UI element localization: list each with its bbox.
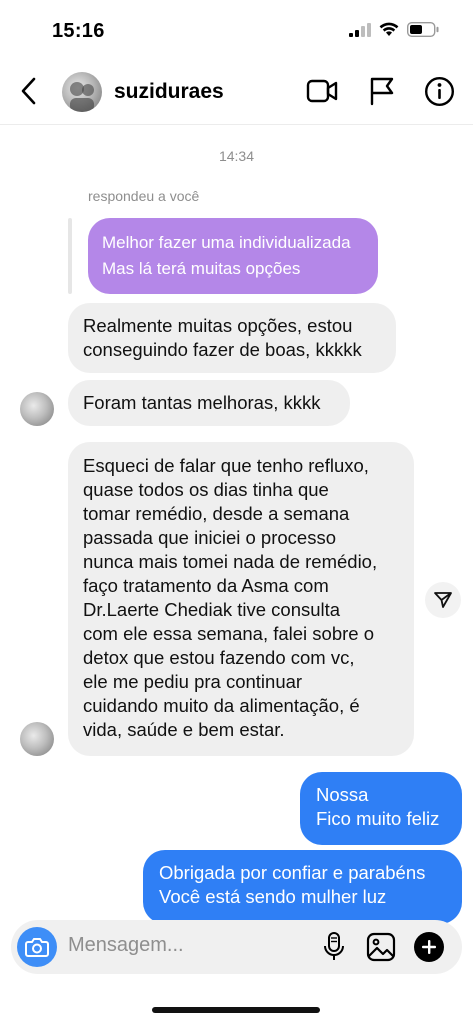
message-line: Fico muito feliz (316, 808, 440, 829)
camera-button[interactable] (17, 927, 57, 967)
message-line: Esqueci de falar que tenho refluxo, (83, 455, 369, 476)
incoming-message[interactable]: Realmente muitas opções, estou conseguin… (68, 303, 396, 373)
status-bar: 15:16 (0, 0, 473, 60)
message-line: conseguindo fazer de boas, kkkkk (83, 339, 362, 360)
flag-icon[interactable] (368, 76, 396, 106)
message-line: Dr.Laerte Chediak tive consulta (83, 599, 341, 620)
message-line: Realmente muitas opções, estou (83, 315, 353, 336)
message-line: cuidando muito da alimentação, é (83, 695, 360, 716)
quoted-line: Melhor fazer uma individualizada (102, 233, 351, 252)
avatar[interactable] (62, 72, 102, 112)
add-button[interactable] (414, 932, 444, 962)
message-line: vida, saúde e bem estar. (83, 719, 285, 740)
message-line: Foram tantas melhoras, kkkk (83, 392, 321, 413)
sender-avatar[interactable] (20, 722, 54, 756)
sender-avatar[interactable] (20, 392, 54, 426)
wifi-icon (379, 22, 399, 36)
message-line: nunca mais tomei nada de remédio, (83, 551, 378, 572)
outgoing-message[interactable]: Nossa Fico muito feliz (300, 772, 462, 845)
chat-username[interactable]: suziduraes (114, 80, 224, 104)
microphone-icon[interactable] (323, 932, 345, 962)
quoted-line: Mas lá terá muitas opções (102, 259, 301, 278)
message-timestamp: 14:34 (218, 148, 255, 164)
message-line: tomar remédio, desde a semana (83, 503, 350, 524)
message-line: com ele essa semana, falei sobre o (83, 623, 375, 644)
message-line: detox que estou fazendo com vc, (83, 647, 355, 668)
quoted-message[interactable]: Melhor fazer uma individualizada Mas lá … (88, 218, 378, 294)
signal-icon (349, 22, 371, 37)
message-line: faço tratamento da Asma com (83, 575, 329, 596)
battery-icon (407, 22, 439, 37)
camera-icon (25, 938, 49, 957)
share-button[interactable] (425, 582, 461, 618)
incoming-message[interactable]: Foram tantas melhoras, kkkk (68, 380, 350, 426)
outgoing-message[interactable]: Obrigada por confiar e parabéns Você est… (143, 850, 462, 924)
message-line: Nossa (316, 784, 369, 805)
info-icon[interactable] (424, 76, 455, 107)
home-indicator (152, 1007, 320, 1013)
plus-icon (422, 940, 436, 954)
incoming-message[interactable]: Esqueci de falar que tenho refluxo, quas… (68, 442, 414, 756)
message-line: passada que iniciei o processo (83, 527, 336, 548)
chat-header: suziduraes (0, 62, 473, 125)
message-line: ele me pediu pra continuar (83, 671, 303, 692)
message-input[interactable]: Mensagem... (68, 934, 184, 957)
send-icon (434, 592, 452, 608)
message-line: Você está sendo mulher luz (159, 886, 387, 907)
image-icon[interactable] (366, 932, 396, 962)
chevron-left-icon[interactable] (18, 76, 42, 106)
status-time: 15:16 (52, 20, 105, 42)
status-icons (349, 22, 439, 37)
avatar-photo-icon (70, 82, 94, 112)
message-line: quase todos os dias tinha que (83, 479, 329, 500)
video-camera-icon[interactable] (306, 76, 338, 106)
reply-indicator-line (68, 218, 72, 294)
message-line: Obrigada por confiar e parabéns (159, 862, 426, 883)
reply-label: respondeu a você (88, 188, 200, 204)
message-composer: Mensagem... (11, 920, 462, 974)
